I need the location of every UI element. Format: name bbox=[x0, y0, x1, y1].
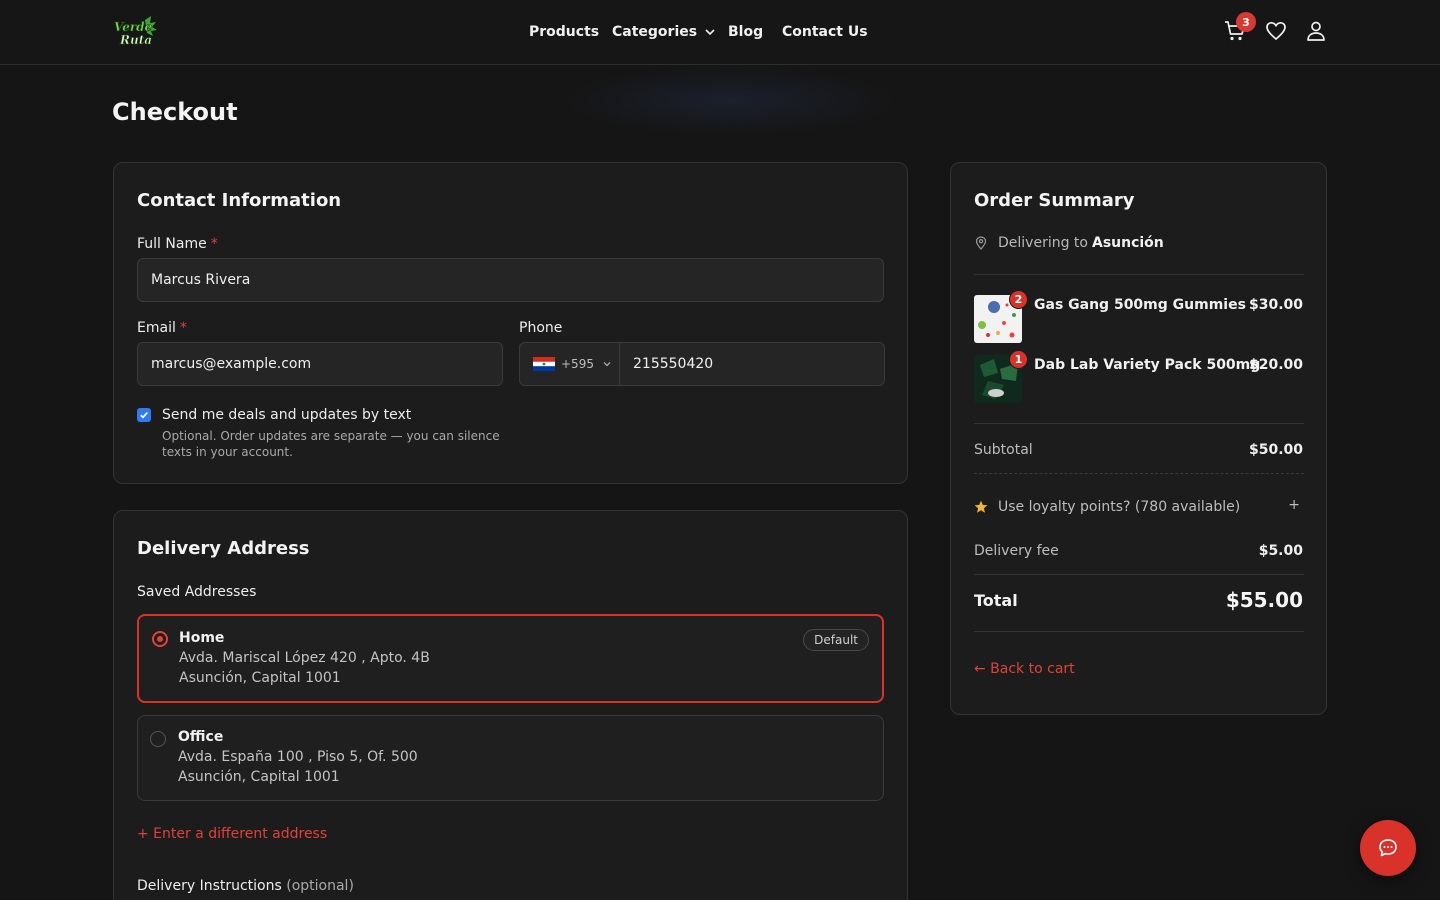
required-mark: * bbox=[210, 236, 218, 252]
sms-opt-in-checkbox[interactable] bbox=[137, 408, 151, 422]
address-name: Office bbox=[178, 729, 224, 745]
delivery-address-card: Delivery Address Saved Addresses Home Av… bbox=[113, 510, 908, 900]
nav-contact-link[interactable]: Contact Us bbox=[782, 22, 868, 42]
address-name: Home bbox=[179, 630, 225, 646]
nav-products-link[interactable]: Products bbox=[529, 22, 599, 42]
phone-field: +595 215550420 bbox=[519, 342, 885, 386]
delivery-fee-value: $5.00 bbox=[1258, 543, 1303, 559]
subtotal-value: $50.00 bbox=[1248, 442, 1303, 458]
order-summary-card: Order Summary Delivering to Asunción 2 Ga… bbox=[950, 162, 1327, 715]
divider bbox=[974, 473, 1304, 474]
chat-bubble-icon bbox=[1379, 839, 1397, 857]
delivery-city: Asunción bbox=[1091, 235, 1164, 251]
country-code-label: +595 bbox=[561, 357, 594, 371]
address-line2: Asunción, Capital 1001 bbox=[179, 670, 341, 686]
contact-information-card: Contact Information Full Name * Marcus Ri… bbox=[113, 162, 908, 484]
product-price: $20.00 bbox=[1248, 357, 1303, 373]
address-line2: Asunción, Capital 1001 bbox=[178, 769, 340, 785]
required-mark: * bbox=[179, 320, 187, 336]
full-name-label: Full Name * bbox=[137, 236, 218, 252]
divider bbox=[974, 274, 1304, 275]
address-radio-unselected[interactable] bbox=[150, 731, 166, 747]
country-code-select[interactable]: +595 bbox=[520, 343, 620, 385]
back-to-cart-link[interactable]: ← Back to cart bbox=[974, 661, 1075, 677]
product-name: Dab Lab Variety Pack 500mg bbox=[1034, 357, 1261, 373]
chat-button[interactable] bbox=[1360, 820, 1416, 876]
sms-opt-in-help: Optional. Order updates are separate — y… bbox=[162, 429, 500, 459]
total-value: $55.00 bbox=[1225, 588, 1303, 612]
phone-number-input[interactable]: 215550420 bbox=[633, 343, 713, 385]
address-radio-selected[interactable] bbox=[152, 631, 168, 647]
chevron-down-icon bbox=[603, 362, 611, 367]
loyalty-points-toggle[interactable]: Use loyalty points? (780 available) bbox=[974, 499, 1240, 515]
chevron-down-icon bbox=[705, 29, 715, 36]
address-option-home[interactable]: Home Avda. Mariscal López 420 , Apto. 4B… bbox=[137, 614, 884, 703]
delivery-instructions-label: Delivery Instructions (optional) bbox=[137, 878, 354, 894]
phone-label: Phone bbox=[519, 320, 563, 336]
delivery-fee-label: Delivery fee bbox=[974, 543, 1059, 559]
product-name: Gas Gang 500mg Gummies bbox=[1034, 297, 1246, 313]
checkmark-icon bbox=[140, 412, 148, 419]
email-label: Email * bbox=[137, 320, 187, 336]
delivery-address-title: Delivery Address bbox=[137, 538, 310, 559]
user-icon[interactable] bbox=[1304, 19, 1328, 43]
default-badge: Default bbox=[803, 629, 869, 651]
total-label: Total bbox=[974, 591, 1018, 610]
divider bbox=[974, 631, 1304, 632]
top-navbar: Verde Ruta Products Categories Blog Cont… bbox=[0, 0, 1440, 65]
quantity-badge: 2 bbox=[1009, 290, 1028, 309]
divider bbox=[974, 574, 1304, 575]
order-summary-title: Order Summary bbox=[974, 190, 1135, 211]
full-name-input[interactable]: Marcus Rivera bbox=[137, 258, 884, 302]
page-title: Checkout bbox=[112, 98, 238, 126]
location-pin-icon bbox=[975, 236, 987, 250]
heart-icon[interactable] bbox=[1264, 19, 1288, 43]
enter-different-address-link[interactable]: + Enter a different address bbox=[137, 826, 327, 842]
delivering-to-line: Delivering to Asunción bbox=[974, 235, 1164, 251]
loyalty-points-label: Use loyalty points? (780 available) bbox=[998, 499, 1241, 515]
star-icon bbox=[974, 500, 988, 513]
nav-categories-label: Categories bbox=[612, 24, 698, 40]
sms-opt-in-label[interactable]: Send me deals and updates by text bbox=[162, 407, 411, 423]
contact-information-title: Contact Information bbox=[137, 190, 342, 211]
address-line1: Avda. España 100 , Piso 5, Of. 500 bbox=[178, 749, 418, 765]
svg-text:Ruta: Ruta bbox=[119, 33, 152, 47]
address-option-office[interactable]: Office Avda. España 100 , Piso 5, Of. 50… bbox=[137, 715, 884, 801]
product-price: $30.00 bbox=[1248, 297, 1303, 313]
email-input[interactable]: marcus@example.com bbox=[137, 342, 503, 386]
optional-hint: (optional) bbox=[286, 878, 354, 894]
divider bbox=[974, 423, 1304, 424]
nav-blog-link[interactable]: Blog bbox=[728, 22, 763, 42]
address-line1: Avda. Mariscal López 420 , Apto. 4B bbox=[179, 650, 430, 666]
quantity-badge: 1 bbox=[1009, 350, 1028, 369]
background-glow bbox=[560, 66, 900, 136]
subtotal-label: Subtotal bbox=[974, 442, 1033, 458]
brand-logo[interactable]: Verde Ruta bbox=[111, 14, 163, 50]
svg-text:Verde: Verde bbox=[114, 20, 153, 34]
expand-loyalty-button[interactable]: + bbox=[1288, 497, 1300, 513]
saved-addresses-label: Saved Addresses bbox=[137, 584, 257, 600]
paraguay-flag-icon bbox=[533, 357, 555, 371]
nav-categories-dropdown[interactable]: Categories bbox=[612, 22, 716, 42]
cart-count-badge: 3 bbox=[1236, 12, 1256, 32]
